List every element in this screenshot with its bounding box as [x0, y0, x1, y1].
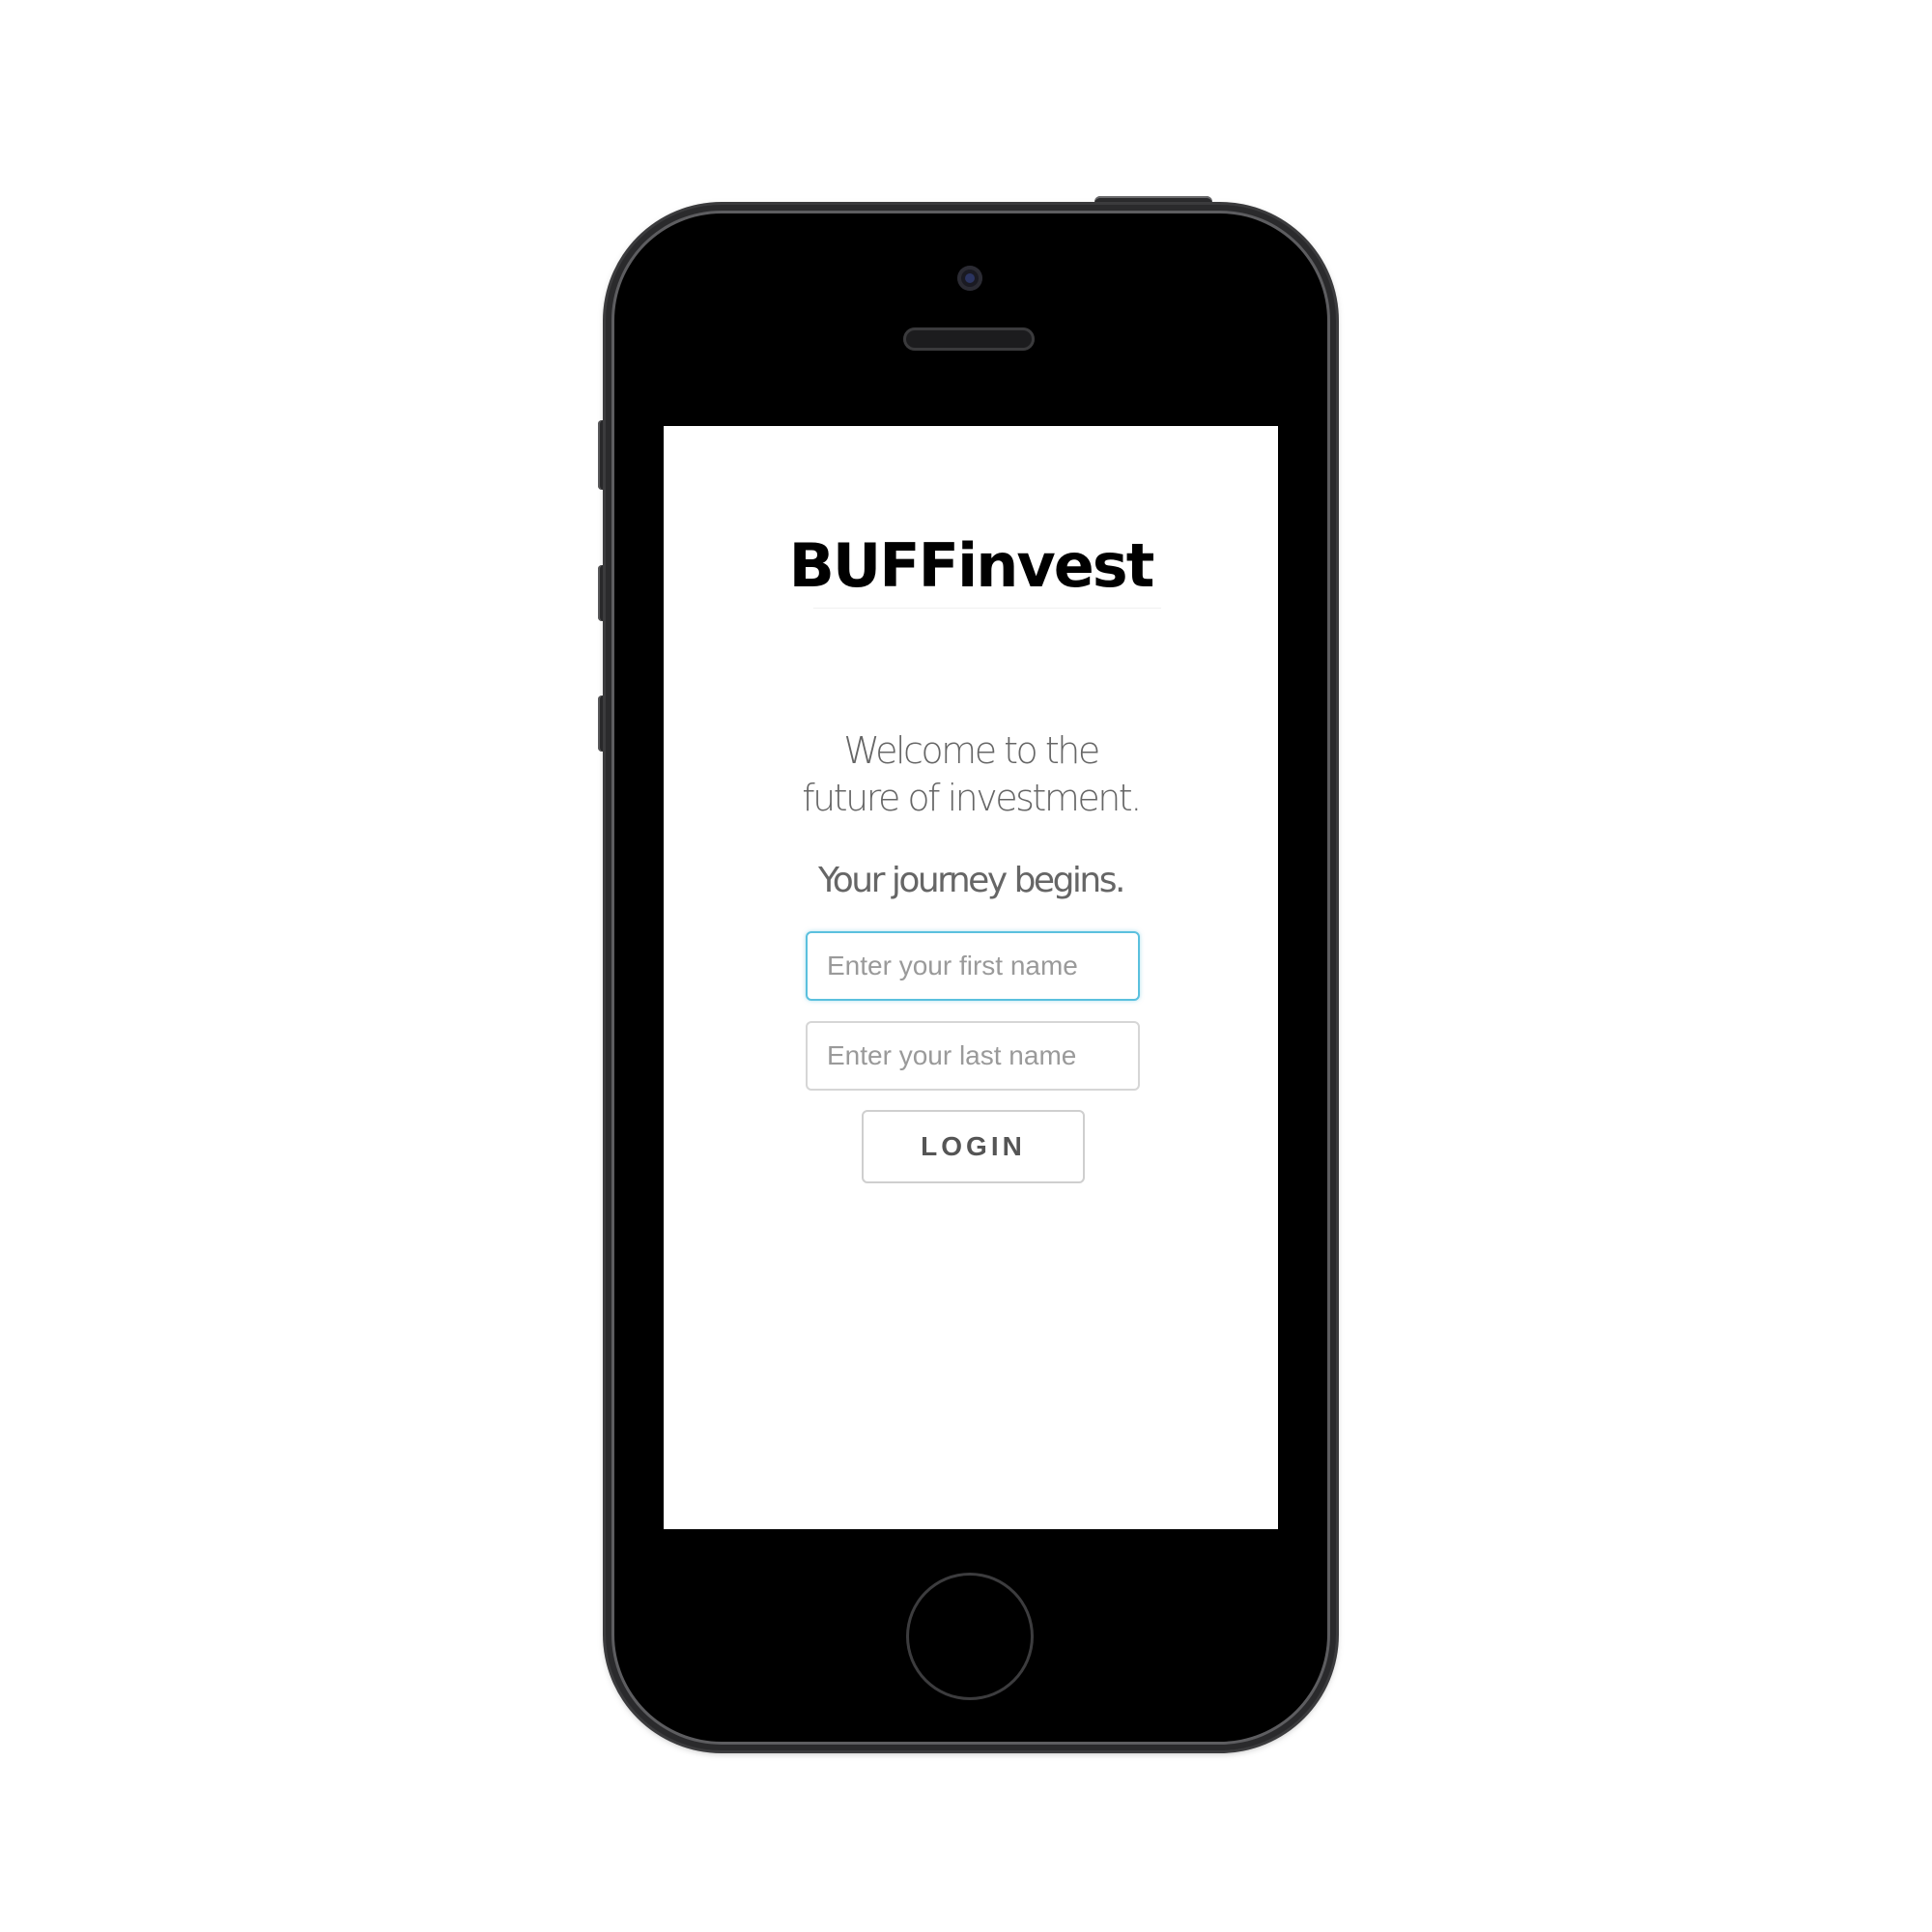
- front-camera-icon: [957, 266, 982, 291]
- welcome-message: Welcome to the future of investment.: [664, 727, 1278, 822]
- first-name-input[interactable]: [806, 931, 1140, 1001]
- header-divider: [813, 608, 1161, 609]
- login-button[interactable]: LOGIN: [862, 1110, 1085, 1183]
- welcome-line-1: Welcome to the: [843, 729, 1100, 772]
- last-name-input[interactable]: [806, 1021, 1140, 1091]
- app-logo-title: BUFFinvest: [788, 530, 1155, 601]
- phone-screen: BUFFinvest Welcome to the future of inve…: [664, 426, 1278, 1529]
- home-button[interactable]: [906, 1573, 1034, 1700]
- tagline: Your journey begins.: [818, 861, 1125, 900]
- earpiece-speaker: [903, 327, 1035, 351]
- welcome-line-2: future of investment.: [802, 777, 1142, 819]
- stage: BUFFinvest Welcome to the future of inve…: [0, 0, 1932, 1932]
